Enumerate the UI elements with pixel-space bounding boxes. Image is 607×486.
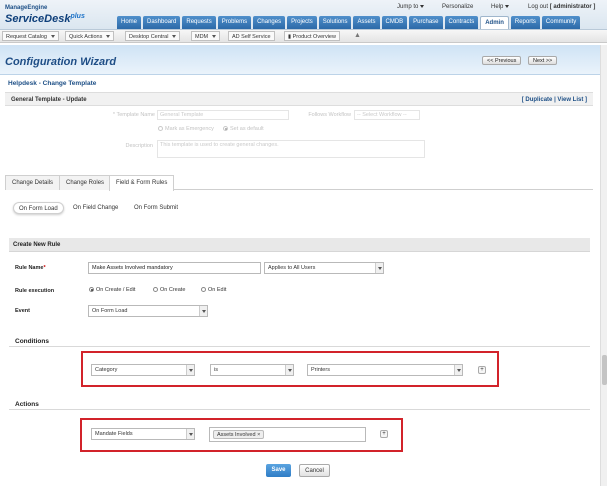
nav-community[interactable]: Community	[541, 16, 581, 29]
logo-servicedesk: ServiceDeskplus	[5, 13, 85, 25]
nav-admin[interactable]: Admin	[480, 16, 509, 29]
chevron-down-icon	[186, 429, 194, 439]
add-condition-icon[interactable]: +	[478, 366, 486, 374]
create-rule-title: Create New Rule	[13, 242, 61, 248]
subtab-on-field-change[interactable]: On Field Change	[68, 202, 123, 214]
chevron-down-icon	[172, 35, 177, 39]
nav-requests[interactable]: Requests	[182, 16, 216, 29]
cancel-button[interactable]: Cancel	[299, 464, 330, 477]
chevron-down-icon	[285, 365, 293, 375]
action-target-input[interactable]: Assets Involved ×	[209, 427, 366, 442]
condition-value-select[interactable]: Printers	[307, 364, 463, 376]
breadcrumb: Helpdesk - Change Template	[8, 80, 97, 87]
top-header: ManageEngine ServiceDeskplus Jump to Per…	[0, 0, 607, 30]
follows-workflow-label: Follows Workflow	[308, 112, 351, 118]
template-section-title: General Template - Update	[11, 97, 87, 103]
wizard-header: Configuration Wizard << Previous Next >>	[0, 45, 607, 75]
add-action-icon[interactable]: +	[380, 430, 388, 438]
actions-label: Actions	[15, 401, 39, 408]
chevron-down-icon	[420, 4, 425, 8]
conditions-label: Conditions	[15, 338, 49, 345]
request-catalog-button[interactable]: Request Catalog	[2, 31, 59, 41]
action-type-select[interactable]: Mandate Fields	[91, 428, 195, 440]
template-tabs: Change Details Change Roles Field & Form…	[5, 175, 593, 191]
previous-button[interactable]: << Previous	[482, 56, 522, 65]
personalize-link[interactable]: Personalize	[442, 4, 473, 10]
template-section-header: General Template - Update [ Duplicate | …	[5, 92, 593, 106]
chevron-down-icon	[454, 365, 462, 375]
nav-changes[interactable]: Changes	[253, 16, 286, 29]
nav-contracts[interactable]: Contracts	[444, 16, 479, 29]
set-default-checkbox[interactable]: Set as default	[223, 126, 264, 132]
chevron-down-icon	[505, 4, 510, 8]
condition-operator-select[interactable]: is	[210, 364, 294, 376]
applies-to-select[interactable]: Applies to All Users	[264, 262, 384, 274]
chevron-down-icon	[212, 35, 217, 39]
condition-field-select[interactable]: Category	[91, 364, 195, 376]
create-rule-header: Create New Rule	[9, 238, 590, 252]
scrollbar-thumb[interactable]	[602, 355, 607, 385]
toolbar: Request Catalog Quick Actions Desktop Ce…	[0, 30, 607, 43]
main-nav: Home Dashboard Requests Problems Changes…	[117, 16, 581, 29]
tab-field-form-rules[interactable]: Field & Form Rules	[109, 175, 175, 191]
rule-name-label: Rule Name*	[15, 265, 46, 271]
help-link[interactable]: Help	[491, 4, 510, 10]
rule-execution-label: Rule execution	[15, 288, 55, 294]
exec-on-create-radio[interactable]: On Create	[153, 287, 185, 293]
product-overview-button[interactable]: ▮ Product Overview	[284, 31, 340, 41]
exec-on-edit-radio[interactable]: On Edit	[201, 287, 226, 293]
description-label: Description	[125, 143, 153, 149]
nav-reports[interactable]: Reports	[510, 16, 540, 29]
logo-manageengine: ManageEngine	[5, 5, 48, 11]
template-name-label: * Template Name	[112, 112, 155, 118]
nav-cmdb[interactable]: CMDB	[381, 16, 408, 29]
nav-dashboard[interactable]: Dashboard	[143, 16, 181, 29]
ad-self-service-button[interactable]: AD Self Service	[228, 31, 275, 41]
next-button[interactable]: Next >>	[528, 56, 558, 65]
tab-change-details[interactable]: Change Details	[5, 175, 61, 190]
wizard-title: Configuration Wizard	[5, 56, 117, 68]
description-textarea[interactable]: This template is used to create general …	[157, 140, 425, 158]
rule-name-input[interactable]: Make Assets Involved mandatory	[88, 262, 261, 274]
save-button[interactable]: Save	[266, 464, 291, 477]
remove-chip-icon[interactable]: ×	[257, 432, 260, 438]
actions-divider	[9, 409, 590, 410]
conditions-divider	[9, 346, 590, 347]
nav-purchase[interactable]: Purchase	[409, 16, 443, 29]
nav-problems[interactable]: Problems	[217, 16, 252, 29]
subtab-on-form-load[interactable]: On Form Load	[13, 202, 64, 214]
logo-plus: plus	[70, 13, 85, 20]
desktop-central-button[interactable]: Desktop Central	[125, 31, 181, 41]
chevron-down-icon	[199, 306, 207, 316]
vertical-scrollbar[interactable]	[600, 45, 607, 486]
event-label: Event	[15, 308, 30, 314]
quick-actions-button[interactable]: Quick Actions	[65, 31, 115, 41]
view-list-link[interactable]: View List	[557, 97, 583, 103]
chevron-down-icon	[50, 35, 55, 39]
mdm-button[interactable]: MDM	[191, 31, 221, 41]
logout-link[interactable]: Log out [ administrator ]	[528, 4, 595, 10]
subtab-on-form-submit[interactable]: On Form Submit	[129, 202, 183, 214]
duplicate-link[interactable]: Duplicate	[525, 97, 552, 103]
nav-solutions[interactable]: Solutions	[318, 16, 352, 29]
target-chip: Assets Involved ×	[213, 430, 265, 439]
chevron-down-icon	[186, 365, 194, 375]
exec-on-create-edit-radio[interactable]: On Create / Edit	[89, 287, 135, 293]
nav-projects[interactable]: Projects	[287, 16, 317, 29]
mark-emergency-checkbox[interactable]: Mark as Emergency	[158, 126, 214, 132]
bell-icon[interactable]: ▲	[354, 32, 361, 39]
nav-assets[interactable]: Assets	[353, 16, 380, 29]
template-name-input[interactable]: General Template	[157, 110, 289, 120]
workflow-select[interactable]: -- Select Workflow --	[354, 110, 420, 120]
section-links: [ Duplicate | View List ]	[521, 97, 587, 103]
current-user: [ administrator ]	[549, 4, 596, 10]
chevron-down-icon	[106, 35, 111, 39]
tab-change-roles[interactable]: Change Roles	[59, 175, 112, 190]
event-select[interactable]: On Form Load	[88, 305, 208, 317]
jump-to-link[interactable]: Jump to	[397, 4, 425, 10]
nav-home[interactable]: Home	[117, 16, 142, 29]
chevron-down-icon	[375, 263, 383, 273]
